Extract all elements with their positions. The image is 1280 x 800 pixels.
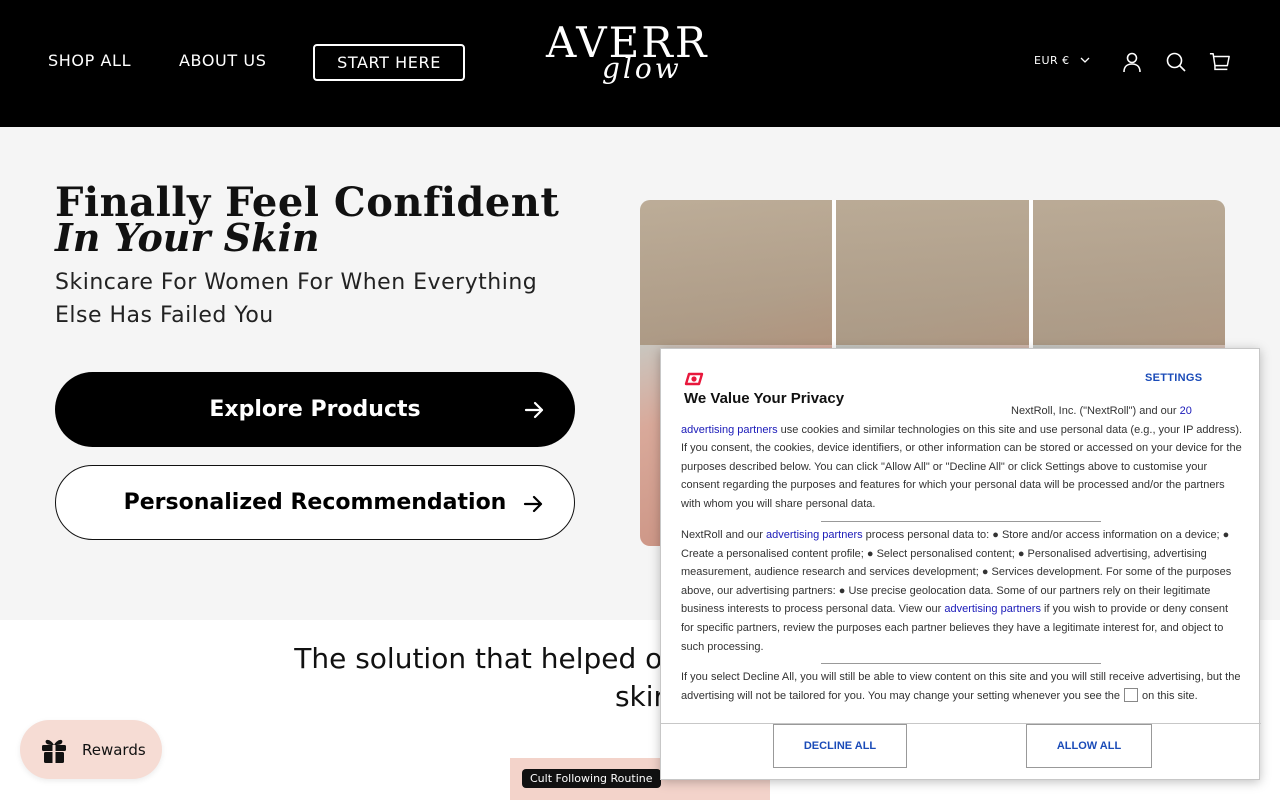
consent-body[interactable]: SETTINGS We Value Your Privacy NextRoll,…: [661, 349, 1261, 723]
advertising-partners-link[interactable]: advertising partners: [944, 603, 1041, 615]
search-icon[interactable]: [1165, 51, 1187, 73]
explore-products-label: Explore Products: [209, 397, 421, 422]
personalized-recommendation-label: Personalized Recommendation: [123, 490, 507, 515]
divider: [821, 521, 1101, 522]
divider: [821, 663, 1101, 664]
currency-selector[interactable]: EUR €: [1034, 54, 1090, 67]
arrow-right-icon: [524, 401, 544, 419]
arrow-right-icon: [523, 495, 543, 513]
privacy-consent-dialog: SETTINGS We Value Your Privacy NextRoll,…: [660, 348, 1261, 781]
consent-paragraph-decline: If you select Decline All, you will stil…: [681, 671, 1241, 702]
brand-logo[interactable]: AVERR glow: [542, 20, 738, 104]
currency-label: EUR €: [1034, 54, 1070, 67]
consent-paragraph-purposes: NextRoll and our advertising partners pr…: [681, 529, 1232, 653]
consent-paragraph-intro: NextRoll, Inc. ("NextRoll") and our 20 a…: [681, 405, 1243, 510]
gift-icon: [42, 739, 66, 763]
consent-settings-icon[interactable]: [1124, 687, 1139, 702]
personalized-recommendation-button[interactable]: Personalized Recommendation: [55, 465, 575, 540]
nextroll-logo-icon: [684, 372, 704, 386]
nav-shop-all[interactable]: SHOP ALL: [48, 50, 131, 72]
hero-title-emphasis: In Your Skin: [55, 215, 320, 260]
rewards-launcher[interactable]: Rewards: [20, 720, 162, 779]
decline-all-button[interactable]: DECLINE ALL: [773, 724, 907, 768]
consent-footer: [661, 723, 1261, 781]
nav-about-us[interactable]: ABOUT US: [179, 50, 266, 72]
logo-script: glow: [602, 52, 682, 85]
hero-subtitle: Skincare For Women For When Everything E…: [55, 270, 538, 328]
allow-all-button[interactable]: ALLOW ALL: [1026, 724, 1152, 768]
product-badge: Cult Following Routine: [522, 769, 661, 788]
account-icon[interactable]: [1121, 51, 1143, 73]
cart-icon[interactable]: [1209, 51, 1231, 73]
nav-start-here-button[interactable]: START HERE: [313, 44, 465, 81]
site-header: SHOP ALL ABOUT US START HERE AVERR glow …: [0, 0, 1280, 127]
advertising-partners-link[interactable]: advertising partners: [766, 529, 863, 541]
chevron-down-icon: [1080, 57, 1090, 63]
explore-products-button[interactable]: Explore Products: [55, 372, 575, 447]
consent-settings-link[interactable]: SETTINGS: [1145, 372, 1202, 384]
rewards-label: Rewards: [82, 740, 146, 759]
